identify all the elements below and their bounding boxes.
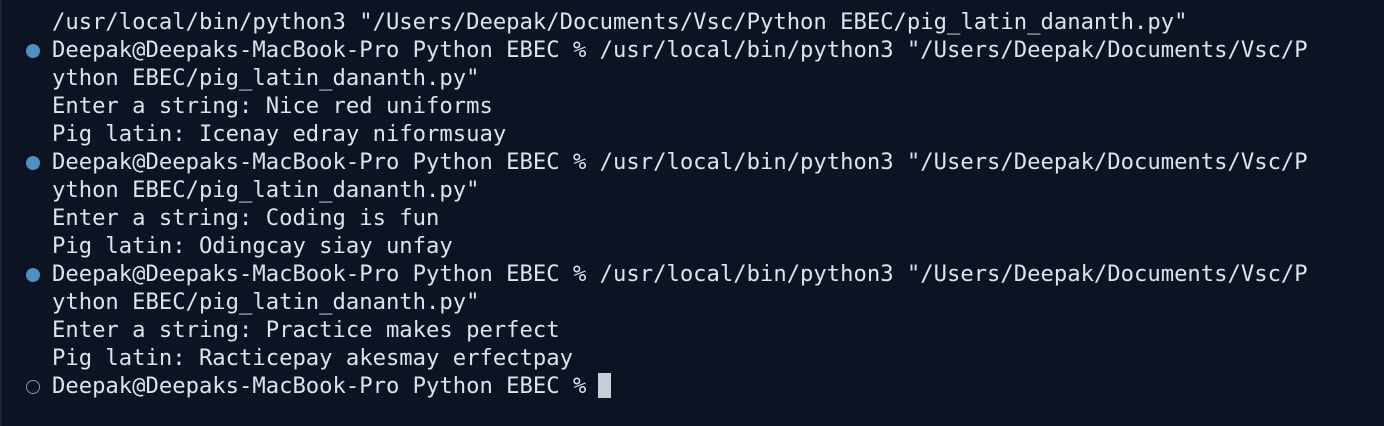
program-output-line: Pig latin: Icenay edray niformsuay [52,121,507,147]
command-success-decoration-icon[interactable] [26,44,40,58]
program-input-line: Enter a string: Coding is fun [52,205,440,231]
terminal-line: ython EBEC/pig_latin_dananth.py" [52,65,480,91]
terminal-prompt-line: Deepak@Deepaks-MacBook-Pro Python EBEC %… [52,37,1308,63]
program-input-line: Enter a string: Nice red uniforms [52,93,493,119]
program-input-line: Enter a string: Practice makes perfect [52,317,560,343]
prompt-text: Deepak@Deepaks-MacBook-Pro Python EBEC % [52,373,587,399]
terminal-current-prompt[interactable]: Deepak@Deepaks-MacBook-Pro Python EBEC % [52,372,612,400]
command-success-decoration-icon[interactable] [26,156,40,170]
command-success-decoration-icon[interactable] [26,268,40,282]
terminal-prompt-line: Deepak@Deepaks-MacBook-Pro Python EBEC %… [52,149,1308,175]
terminal-line: /usr/local/bin/python3 "/Users/Deepak/Do… [52,9,1188,35]
terminal-panel[interactable]: /usr/local/bin/python3 "/Users/Deepak/Do… [0,0,1384,426]
terminal-line: ython EBEC/pig_latin_dananth.py" [52,289,480,315]
terminal-line: ython EBEC/pig_latin_dananth.py" [52,177,480,203]
command-idle-decoration-icon[interactable] [26,380,40,394]
program-output-line: Pig latin: Odingcay siay unfay [52,233,453,259]
text-cursor-icon [598,373,612,398]
terminal-prompt-line: Deepak@Deepaks-MacBook-Pro Python EBEC %… [52,261,1308,287]
program-output-line: Pig latin: Racticepay akesmay erfectpay [52,345,573,371]
